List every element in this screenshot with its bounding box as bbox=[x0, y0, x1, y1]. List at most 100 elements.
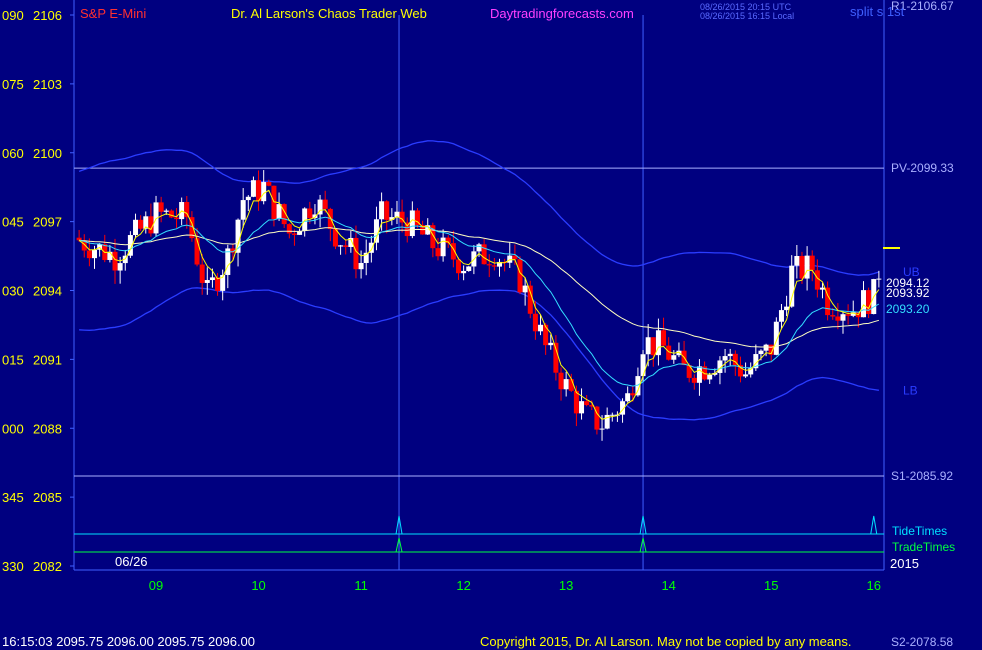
y-tick-right-label: 2097 bbox=[33, 215, 62, 230]
candle-body bbox=[245, 196, 251, 201]
candle-body bbox=[650, 337, 656, 356]
tide-times-label: TideTimes bbox=[892, 524, 947, 538]
candle-body bbox=[461, 270, 467, 274]
candle-body bbox=[696, 366, 702, 383]
candle-body bbox=[819, 287, 825, 290]
site-title: Dr. Al Larson's Chaos Trader Web bbox=[231, 6, 427, 21]
candle-body bbox=[112, 251, 118, 271]
candle-body bbox=[250, 180, 256, 197]
y-tick-right-label: 2088 bbox=[33, 421, 62, 436]
instrument-label: S&P E-Mini bbox=[80, 6, 146, 21]
x-tick-label: 12 bbox=[456, 578, 470, 593]
y-tick-right-label: 2106 bbox=[33, 8, 62, 23]
site-url-link[interactable]: Daytradingforecasts.com bbox=[490, 6, 634, 21]
candle-body bbox=[579, 401, 585, 414]
y-tick-left-label: 345 bbox=[2, 490, 24, 505]
candle-body bbox=[266, 182, 272, 186]
candle-body bbox=[204, 280, 210, 283]
candle-body bbox=[435, 248, 441, 257]
candle-body bbox=[563, 379, 569, 390]
trade-times-label: TradeTimes bbox=[892, 540, 955, 554]
candle-body bbox=[645, 337, 651, 355]
candle-body bbox=[168, 210, 174, 218]
candle-body bbox=[163, 210, 169, 212]
candle-body bbox=[661, 330, 667, 346]
footer-copyright: Copyright 2015, Dr. Al Larson. May not b… bbox=[480, 634, 851, 649]
candle-body bbox=[440, 237, 446, 257]
candle-body bbox=[558, 372, 564, 390]
candle-body bbox=[568, 379, 574, 391]
candle-body bbox=[799, 256, 805, 279]
x-tick-label: 11 bbox=[354, 578, 368, 593]
candle-body bbox=[763, 344, 769, 351]
candle-body bbox=[599, 428, 605, 430]
level-label: PV-2099.33 bbox=[891, 161, 954, 175]
candle-body bbox=[133, 219, 139, 236]
candle-body bbox=[507, 255, 513, 263]
candle-body bbox=[225, 248, 231, 275]
candle-body bbox=[686, 365, 692, 378]
lower-band-label: LB bbox=[903, 383, 918, 397]
candle-body bbox=[199, 264, 205, 283]
candle-body bbox=[215, 277, 221, 291]
x-tick-label: 13 bbox=[559, 578, 573, 593]
candle-body bbox=[86, 250, 92, 259]
candle-body bbox=[830, 315, 836, 317]
candle-body bbox=[373, 219, 379, 243]
candle-body bbox=[691, 377, 697, 383]
x-tick-label: 16 bbox=[867, 578, 881, 593]
candle-body bbox=[286, 224, 292, 234]
candle-body bbox=[466, 266, 472, 271]
level-label: S1-2085.92 bbox=[891, 469, 953, 483]
candle-body bbox=[743, 374, 749, 377]
candle-body bbox=[240, 200, 246, 220]
candle-body bbox=[727, 353, 733, 357]
y-tick-right-label: 2100 bbox=[33, 146, 62, 161]
candle-body bbox=[548, 342, 554, 346]
candle-body bbox=[353, 237, 359, 270]
candle-body bbox=[486, 264, 492, 266]
candle-body bbox=[789, 265, 795, 307]
candle-body bbox=[553, 342, 559, 373]
candle-body bbox=[773, 321, 779, 355]
candle-body bbox=[809, 255, 815, 271]
candle-body bbox=[758, 350, 764, 355]
candle-body bbox=[625, 393, 631, 402]
footer-quote: 16:15:03 2095.75 2096.00 2095.75 2096.00 bbox=[2, 634, 255, 649]
candle-body bbox=[92, 249, 98, 259]
candle-body bbox=[517, 259, 523, 293]
candle-body bbox=[138, 219, 144, 229]
y-tick-left-label: 030 bbox=[2, 284, 24, 299]
candle-body bbox=[860, 290, 866, 318]
y-tick-right-label: 2103 bbox=[33, 77, 62, 92]
candle-body bbox=[630, 393, 636, 396]
candle-body bbox=[784, 306, 790, 311]
candle-body bbox=[778, 310, 784, 322]
y-tick-left-label: 330 bbox=[2, 559, 24, 574]
y-tick-left-label: 060 bbox=[2, 146, 24, 161]
year-label: 2015 bbox=[890, 556, 919, 571]
candle-body bbox=[609, 414, 615, 416]
x-tick-label: 14 bbox=[661, 578, 675, 593]
candle-body bbox=[640, 354, 646, 377]
y-tick-right-label: 2082 bbox=[33, 559, 62, 574]
y-tick-left-label: 045 bbox=[2, 215, 24, 230]
candle-body bbox=[804, 255, 810, 279]
last-price-label: 2093.92 bbox=[886, 286, 930, 300]
candle-body bbox=[209, 277, 215, 281]
x-tick-label: 09 bbox=[149, 578, 163, 593]
candle-body bbox=[379, 201, 385, 220]
candle-body bbox=[117, 263, 123, 271]
y-tick-left-label: 015 bbox=[2, 352, 24, 367]
candle-body bbox=[174, 217, 180, 220]
date-label: 06/26 bbox=[115, 554, 148, 569]
candle-body bbox=[291, 233, 297, 235]
candle-body bbox=[522, 285, 528, 293]
candle-body bbox=[338, 245, 344, 247]
y-tick-right-label: 2091 bbox=[33, 352, 62, 367]
candle-body bbox=[261, 182, 267, 202]
x-tick-label: 15 bbox=[764, 578, 778, 593]
level-label: S2-2078.58 bbox=[891, 635, 953, 649]
candle-body bbox=[538, 324, 544, 332]
candle-body bbox=[409, 210, 415, 237]
